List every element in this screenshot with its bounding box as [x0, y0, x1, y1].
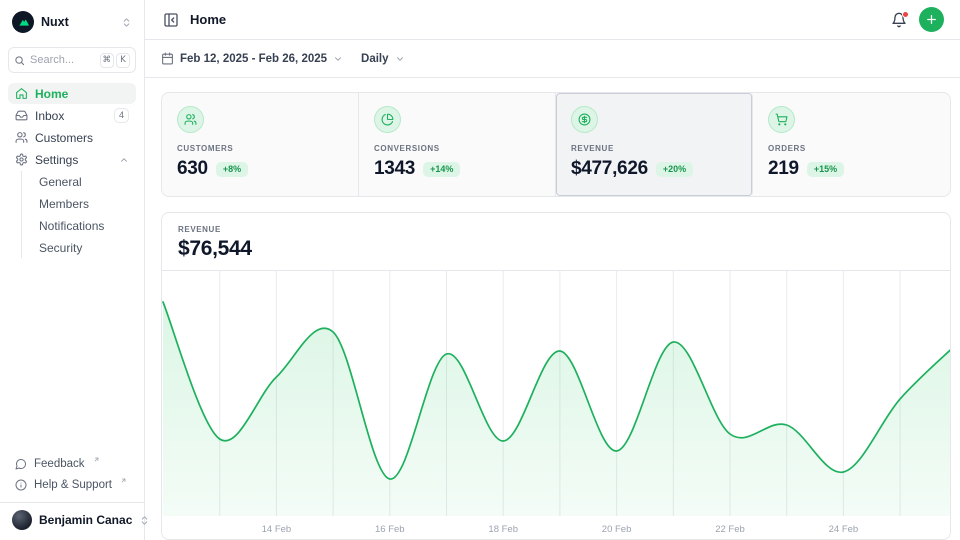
feedback-label: Feedback: [34, 458, 85, 470]
sidebar-item-label: General: [39, 175, 82, 189]
stat-card-conversions[interactable]: CONVERSIONS 1343 +14%: [359, 93, 556, 196]
sidebar-item-label: Customers: [35, 131, 93, 145]
inbox-count-badge: 4: [114, 108, 129, 123]
stat-delta-badge: +15%: [807, 162, 844, 177]
revenue-chart[interactable]: 14 Feb 16 Feb 18 Feb 20 Feb 22 Feb 24 Feb: [162, 271, 950, 539]
stat-delta-badge: +14%: [423, 162, 460, 177]
notifications-button[interactable]: [889, 10, 909, 30]
stat-card-customers[interactable]: CUSTOMERS 630 +8%: [162, 93, 359, 196]
period-select[interactable]: Daily: [361, 53, 405, 65]
sidebar-item-customers[interactable]: Customers: [8, 127, 136, 148]
workspace-name: Nuxt: [41, 15, 69, 29]
stat-value: 1343: [374, 158, 415, 180]
svg-text:24 Feb: 24 Feb: [829, 524, 859, 535]
sidebar-item-settings-general[interactable]: General: [35, 171, 136, 192]
workspace-switcher[interactable]: Nuxt: [8, 8, 136, 36]
sidebar-item-settings-notifications[interactable]: Notifications: [35, 215, 136, 236]
page-title: Home: [190, 12, 226, 27]
revenue-chart-card: REVENUE $76,544 14 Feb 16 Feb 18 Feb 20 Feb…: [161, 212, 951, 540]
user-avatar: [12, 510, 32, 530]
stat-label: CUSTOMERS: [177, 144, 343, 153]
topbar-actions: [889, 7, 944, 32]
dollar-circle-icon: [571, 106, 598, 133]
chart-header: REVENUE $76,544: [162, 213, 950, 271]
sidebar-item-label: Security: [39, 241, 82, 255]
sidebar-item-label: Inbox: [35, 109, 64, 123]
stat-label: REVENUE: [571, 144, 737, 153]
help-support-link[interactable]: Help & Support: [8, 474, 136, 495]
search-input[interactable]: Search... ⌘ K: [8, 47, 136, 73]
kbd-k: K: [116, 53, 130, 68]
new-item-button[interactable]: [919, 7, 944, 32]
stat-value: $477,626: [571, 158, 648, 180]
main-area: Home Feb 12, 2025 - Feb 26, 2025: [145, 0, 960, 540]
users-icon: [177, 106, 204, 133]
chart-label: REVENUE: [178, 225, 934, 234]
app-root: Nuxt Search... ⌘ K Home: [0, 0, 960, 540]
chart-total-value: $76,544: [178, 237, 934, 261]
svg-text:22 Feb: 22 Feb: [715, 524, 745, 535]
sidebar-nav: Home Inbox 4 Customers Settings: [8, 83, 136, 258]
chevron-up-icon: [119, 155, 129, 165]
svg-text:18 Feb: 18 Feb: [488, 524, 518, 535]
date-range-button[interactable]: Feb 12, 2025 - Feb 26, 2025: [161, 52, 343, 65]
notification-dot: [902, 11, 909, 18]
filter-toolbar: Feb 12, 2025 - Feb 26, 2025 Daily: [145, 40, 960, 78]
sidebar-item-label: Notifications: [39, 219, 104, 233]
home-icon: [15, 87, 28, 100]
sidebar: Nuxt Search... ⌘ K Home: [0, 0, 145, 540]
info-circle-icon: [15, 479, 27, 491]
help-support-label: Help & Support: [34, 479, 112, 491]
users-icon: [15, 131, 28, 144]
message-circle-icon: [15, 458, 27, 470]
topbar: Home: [145, 0, 960, 40]
chart-plot-area: 14 Feb 16 Feb 18 Feb 20 Feb 22 Feb 24 Feb: [162, 271, 950, 539]
stat-card-orders[interactable]: ORDERS 219 +15%: [753, 93, 950, 196]
date-range-label: Feb 12, 2025 - Feb 26, 2025: [180, 53, 327, 65]
sidebar-item-settings[interactable]: Settings: [8, 149, 136, 170]
chevron-down-icon: [333, 54, 343, 64]
kbd-cmd: ⌘: [100, 53, 115, 68]
inbox-icon: [15, 109, 28, 122]
stat-delta-badge: +20%: [656, 162, 693, 177]
dashboard-content: CUSTOMERS 630 +8% CONVERSIONS 1343 +14%: [145, 78, 951, 540]
feedback-link[interactable]: Feedback: [8, 453, 136, 474]
external-link-icon: [120, 475, 127, 487]
sidebar-item-settings-security[interactable]: Security: [35, 237, 136, 258]
sidebar-item-label: Settings: [35, 153, 78, 167]
external-link-icon: [93, 454, 100, 466]
sidebar-item-label: Members: [39, 197, 89, 211]
sidebar-item-label: Home: [35, 87, 68, 101]
chart-pie-icon: [374, 106, 401, 133]
calendar-icon: [161, 52, 174, 65]
sidebar-collapse-button[interactable]: [161, 10, 181, 30]
stat-value: 219: [768, 158, 799, 180]
stat-value: 630: [177, 158, 208, 180]
stat-label: ORDERS: [768, 144, 935, 153]
search-placeholder: Search...: [30, 54, 74, 66]
user-name: Benjamin Canac: [39, 513, 132, 527]
stat-label: CONVERSIONS: [374, 144, 540, 153]
user-menu[interactable]: Benjamin Canac: [8, 503, 136, 532]
stat-delta-badge: +8%: [216, 162, 248, 177]
nuxt-logo: [12, 11, 34, 33]
stat-card-revenue[interactable]: REVENUE $477,626 +20%: [556, 93, 753, 196]
chevron-down-icon: [395, 54, 405, 64]
sidebar-item-home[interactable]: Home: [8, 83, 136, 104]
gear-icon: [15, 153, 28, 166]
stats-row: CUSTOMERS 630 +8% CONVERSIONS 1343 +14%: [161, 92, 951, 197]
sidebar-item-inbox[interactable]: Inbox 4: [8, 105, 136, 126]
svg-text:16 Feb: 16 Feb: [375, 524, 405, 535]
settings-subnav: General Members Notifications Security: [21, 171, 136, 258]
shopping-cart-icon: [768, 106, 795, 133]
search-shortcut: ⌘ K: [100, 53, 131, 68]
svg-text:20 Feb: 20 Feb: [602, 524, 632, 535]
svg-text:14 Feb: 14 Feb: [262, 524, 292, 535]
period-label: Daily: [361, 53, 389, 65]
search-icon: [14, 55, 25, 66]
chevrons-up-down-icon: [121, 17, 132, 28]
sidebar-item-settings-members[interactable]: Members: [35, 193, 136, 214]
